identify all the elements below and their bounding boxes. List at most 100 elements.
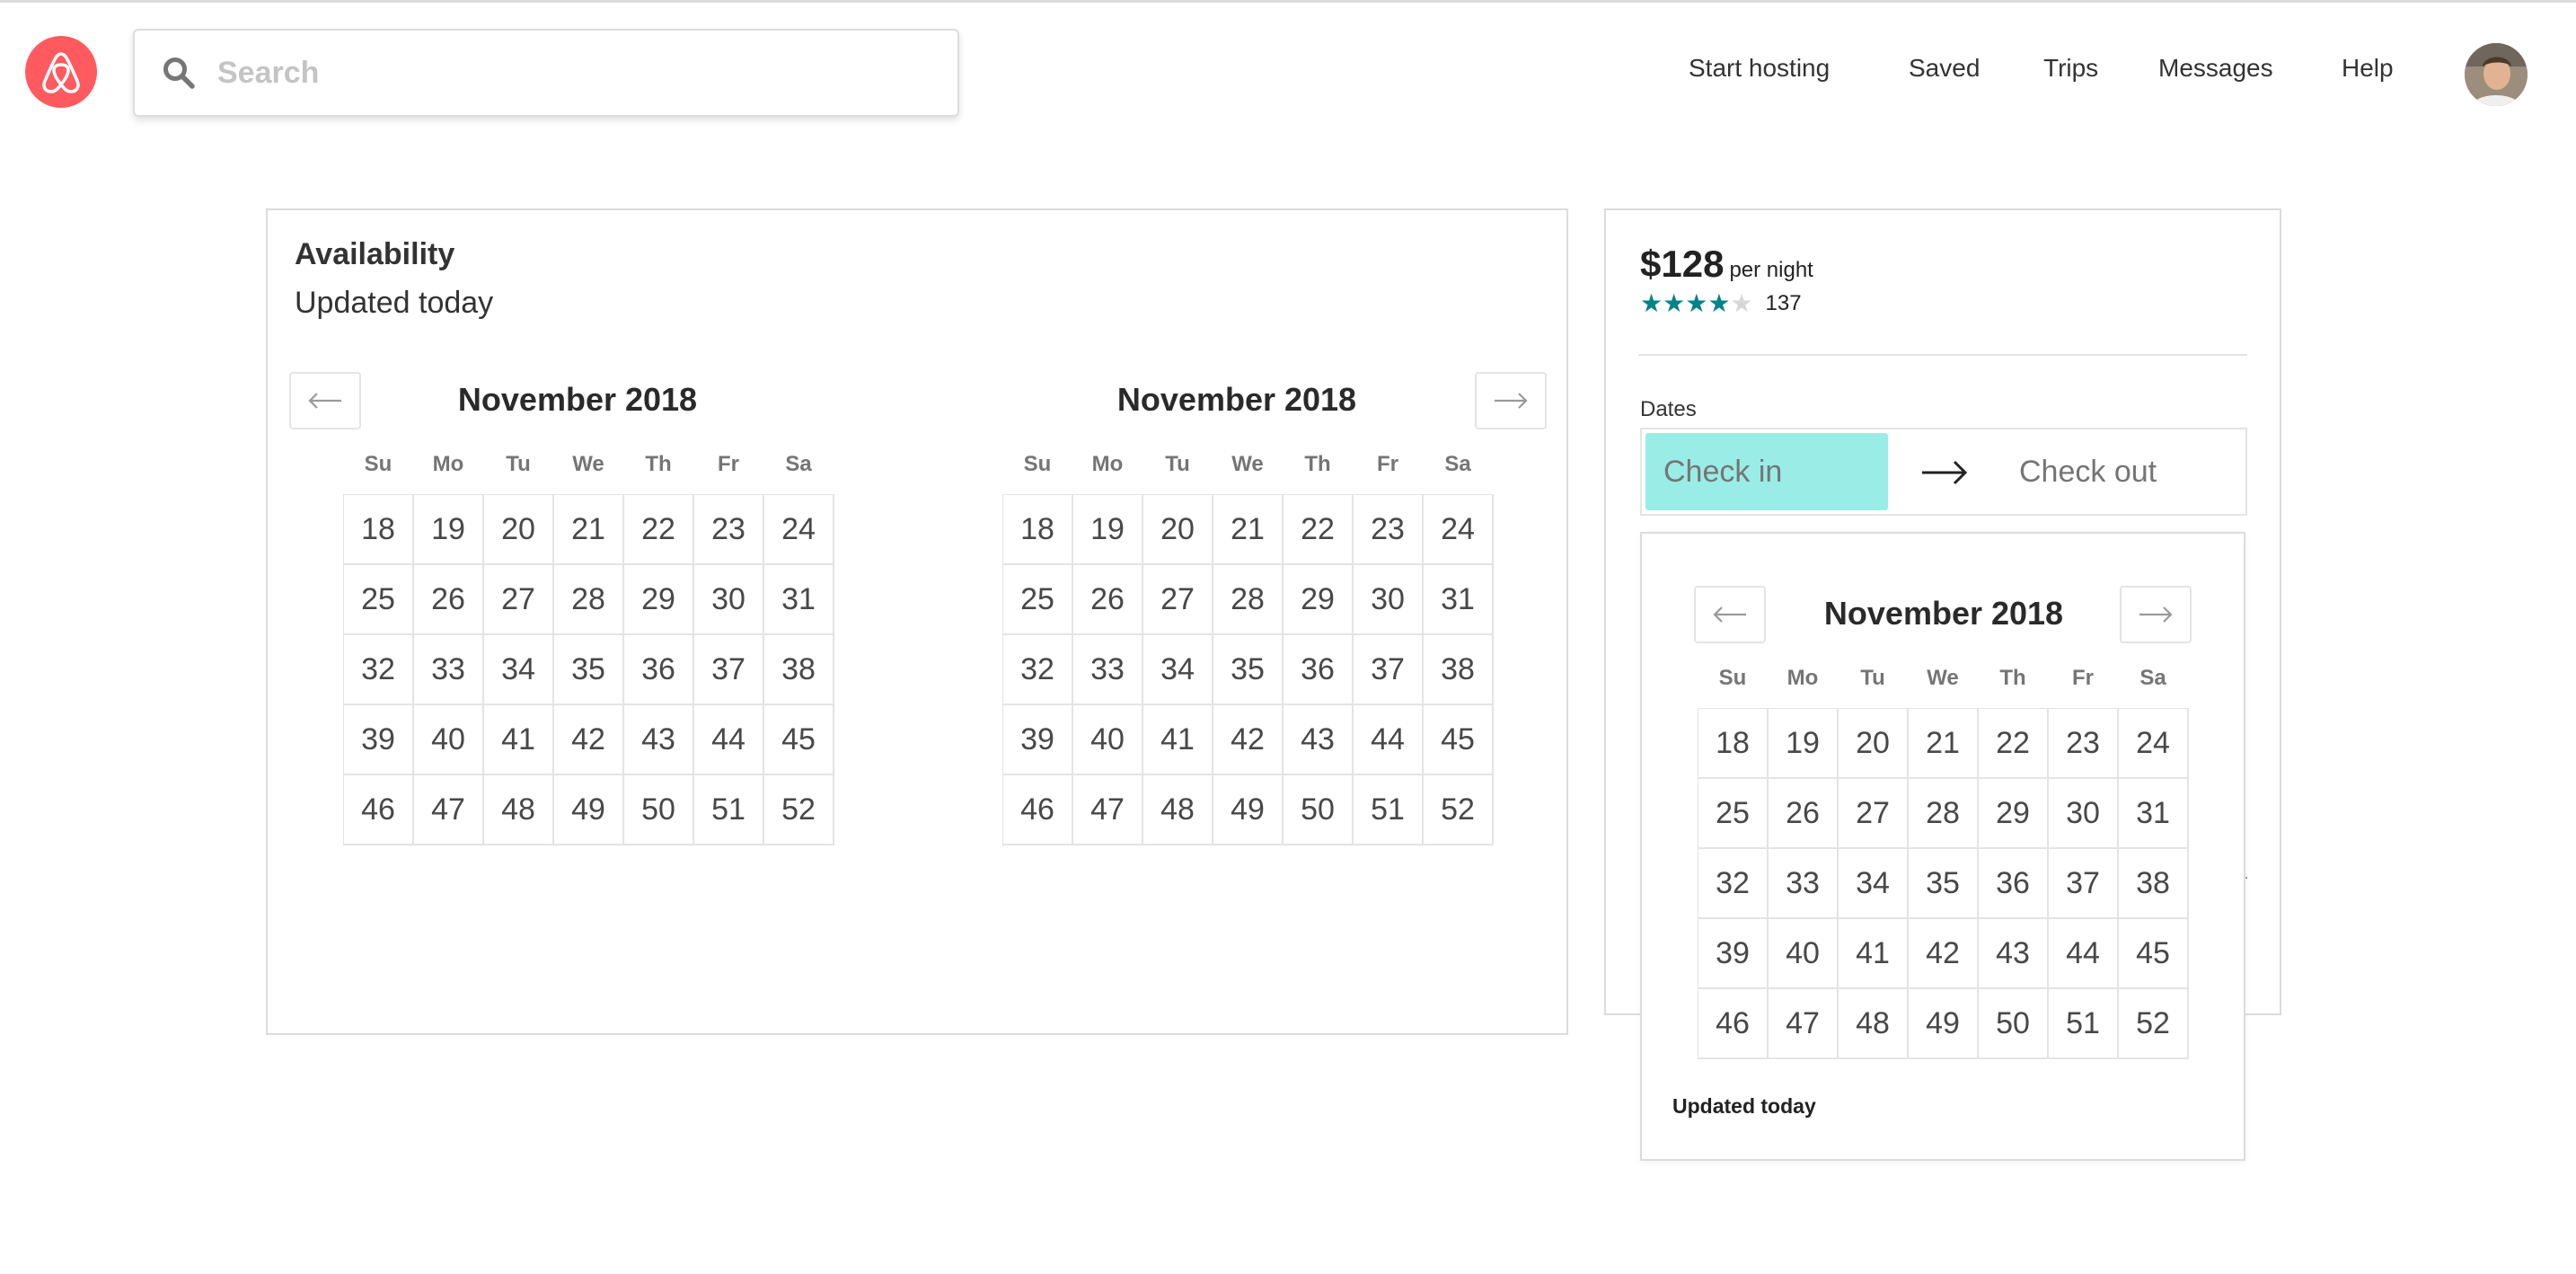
calendar-day[interactable]: 44 [2049, 919, 2119, 989]
calendar-day[interactable]: 23 [694, 495, 764, 565]
calendar-day[interactable]: 24 [1424, 495, 1494, 565]
calendar-day[interactable]: 48 [1143, 775, 1213, 845]
calendar-day[interactable]: 42 [1213, 705, 1284, 775]
calendar-day[interactable]: 41 [484, 705, 554, 775]
nav-trips[interactable]: Trips [2043, 54, 2098, 83]
calendar-day[interactable]: 36 [624, 635, 694, 705]
calendar-day[interactable]: 45 [2119, 919, 2189, 989]
calendar-day[interactable]: 41 [1839, 919, 1909, 989]
calendar-day[interactable]: 31 [2119, 779, 2189, 849]
calendar-day[interactable]: 50 [1284, 775, 1354, 845]
calendar-day[interactable]: 25 [1003, 565, 1073, 635]
calendar-day[interactable]: 37 [1354, 635, 1424, 705]
calendar-day[interactable]: 24 [2119, 709, 2189, 779]
calendar-day[interactable]: 38 [2119, 849, 2189, 919]
calendar-day[interactable]: 34 [1143, 635, 1213, 705]
calendar-day[interactable]: 43 [1979, 919, 2049, 989]
calendar-day[interactable]: 51 [1354, 775, 1424, 845]
calendar-day[interactable]: 52 [764, 775, 834, 845]
calendar-day[interactable]: 20 [484, 495, 554, 565]
nav-start-hosting[interactable]: Start hosting [1689, 54, 1830, 83]
calendar-day[interactable]: 51 [2049, 989, 2119, 1059]
calendar-day[interactable]: 22 [1979, 709, 2049, 779]
calendar-day[interactable]: 52 [2119, 989, 2189, 1059]
calendar-day[interactable]: 29 [624, 565, 694, 635]
calendar-day[interactable]: 49 [1213, 775, 1284, 845]
calendar-day[interactable]: 41 [1143, 705, 1213, 775]
calendar-day[interactable]: 47 [1073, 775, 1143, 845]
calendar-day[interactable]: 45 [764, 705, 834, 775]
calendar-day[interactable]: 49 [1909, 989, 1979, 1059]
calendar-day[interactable]: 19 [1073, 495, 1143, 565]
calendar-day[interactable]: 28 [1213, 565, 1284, 635]
calendar-day[interactable]: 44 [694, 705, 764, 775]
calendar-day[interactable]: 27 [1143, 565, 1213, 635]
calendar-day[interactable]: 18 [1003, 495, 1073, 565]
calendar-day[interactable]: 18 [1698, 709, 1769, 779]
calendar-day[interactable]: 40 [1073, 705, 1143, 775]
calendar-day[interactable]: 47 [1769, 989, 1839, 1059]
calendar-day[interactable]: 30 [694, 565, 764, 635]
calendar-day[interactable]: 20 [1143, 495, 1213, 565]
calendar-day[interactable]: 52 [1424, 775, 1494, 845]
calendar-day[interactable]: 39 [1698, 919, 1769, 989]
calendar-day[interactable]: 32 [1698, 849, 1769, 919]
next-month-button[interactable] [1475, 372, 1547, 429]
calendar-day[interactable]: 38 [764, 635, 834, 705]
calendar-day[interactable]: 43 [1284, 705, 1354, 775]
calendar-day[interactable]: 26 [1073, 565, 1143, 635]
calendar-day[interactable]: 34 [1839, 849, 1909, 919]
calendar-day[interactable]: 31 [1424, 565, 1494, 635]
calendar-day[interactable]: 35 [554, 635, 624, 705]
calendar-day[interactable]: 46 [344, 775, 414, 845]
calendar-day[interactable]: 48 [484, 775, 554, 845]
calendar-day[interactable]: 27 [1839, 779, 1909, 849]
calendar-day[interactable]: 33 [1073, 635, 1143, 705]
calendar-day[interactable]: 18 [344, 495, 414, 565]
calendar-day[interactable]: 47 [414, 775, 484, 845]
calendar-day[interactable]: 27 [484, 565, 554, 635]
calendar-day[interactable]: 44 [1354, 705, 1424, 775]
calendar-day[interactable]: 36 [1284, 635, 1354, 705]
calendar-day[interactable]: 30 [2049, 779, 2119, 849]
calendar-day[interactable]: 29 [1979, 779, 2049, 849]
calendar-day[interactable]: 26 [1769, 779, 1839, 849]
calendar-day[interactable]: 37 [2049, 849, 2119, 919]
calendar-day[interactable]: 34 [484, 635, 554, 705]
calendar-day[interactable]: 25 [1698, 779, 1769, 849]
calendar-day[interactable]: 25 [344, 565, 414, 635]
check-out-field[interactable]: Check out [2019, 433, 2235, 510]
calendar-day[interactable]: 39 [344, 705, 414, 775]
calendar-day[interactable]: 33 [1769, 849, 1839, 919]
calendar-day[interactable]: 48 [1839, 989, 1909, 1059]
check-in-field[interactable]: Check in [1645, 433, 1888, 510]
nav-messages[interactable]: Messages [2158, 54, 2273, 83]
nav-saved[interactable]: Saved [1909, 54, 1980, 83]
calendar-day[interactable]: 43 [624, 705, 694, 775]
calendar-day[interactable]: 38 [1424, 635, 1494, 705]
calendar-day[interactable]: 30 [1354, 565, 1424, 635]
calendar-day[interactable]: 51 [694, 775, 764, 845]
search-input[interactable] [217, 55, 936, 91]
calendar-day[interactable]: 22 [624, 495, 694, 565]
calendar-day[interactable]: 49 [554, 775, 624, 845]
search-bar[interactable] [133, 29, 959, 117]
airbnb-logo-icon[interactable] [25, 36, 97, 108]
calendar-day[interactable]: 23 [1354, 495, 1424, 565]
calendar-day[interactable]: 46 [1003, 775, 1073, 845]
calendar-day[interactable]: 50 [624, 775, 694, 845]
calendar-day[interactable]: 32 [1003, 635, 1073, 705]
calendar-day[interactable]: 32 [344, 635, 414, 705]
calendar-day[interactable]: 28 [1909, 779, 1979, 849]
next-month-button[interactable] [2120, 586, 2192, 643]
nav-help[interactable]: Help [2342, 54, 2394, 83]
avatar[interactable] [2465, 43, 2527, 106]
calendar-day[interactable]: 39 [1003, 705, 1073, 775]
calendar-day[interactable]: 50 [1979, 989, 2049, 1059]
calendar-day[interactable]: 42 [554, 705, 624, 775]
calendar-day[interactable]: 46 [1698, 989, 1769, 1059]
calendar-day[interactable]: 24 [764, 495, 834, 565]
calendar-day[interactable]: 28 [554, 565, 624, 635]
prev-month-button[interactable] [289, 372, 361, 429]
calendar-day[interactable]: 31 [764, 565, 834, 635]
